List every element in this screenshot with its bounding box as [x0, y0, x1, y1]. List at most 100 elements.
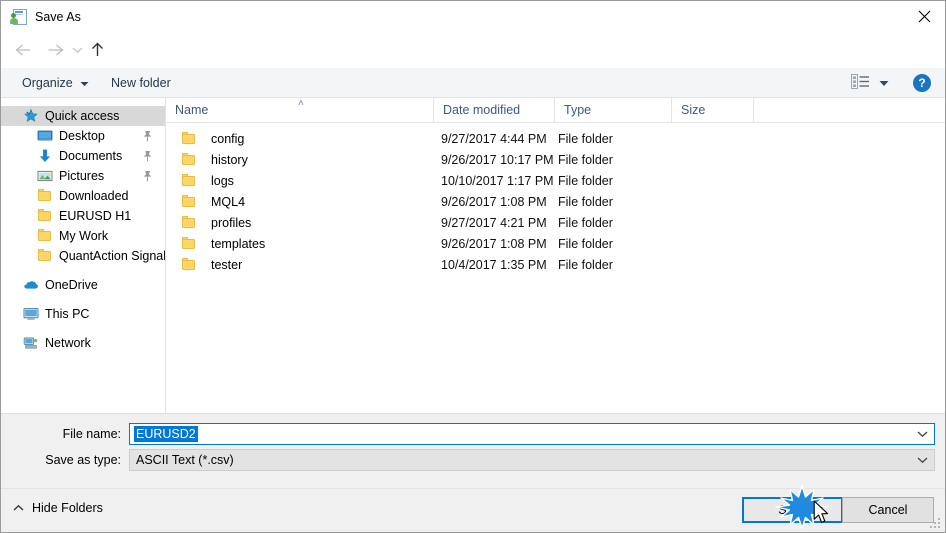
table-row[interactable]: logs 10/10/2017 1:17 PM File folder: [166, 170, 945, 191]
column-header-label: Size: [681, 103, 706, 117]
table-row[interactable]: config 9/27/2017 4:44 PM File folder: [166, 128, 945, 149]
chevron-down-icon[interactable]: [910, 450, 934, 470]
recent-locations-chevron-down-icon[interactable]: [69, 38, 85, 62]
file-name-cell: templates: [181, 236, 265, 252]
table-row[interactable]: history 9/26/2017 10:17 PM File folder: [166, 149, 945, 170]
sidebar-item-label: Network: [45, 336, 91, 350]
file-type-cell: File folder: [558, 257, 613, 272]
back-arrow-icon[interactable]: [11, 38, 35, 62]
view-options-button[interactable]: [851, 72, 889, 94]
file-name-value[interactable]: EURUSD2: [134, 426, 198, 442]
cancel-button[interactable]: Cancel: [842, 497, 934, 523]
column-header-date-modified[interactable]: Date modified: [433, 98, 554, 122]
sidebar-item-documents[interactable]: Documents: [1, 146, 165, 166]
sidebar-item-my-work[interactable]: My Work: [1, 226, 165, 246]
column-header-label: Name: [175, 103, 209, 117]
sidebar-item-label: Pictures: [59, 169, 105, 183]
pin-icon[interactable]: [142, 130, 153, 142]
window-title: Save As: [35, 9, 81, 24]
sidebar-item-desktop[interactable]: Desktop: [1, 126, 165, 146]
sidebar-item-pictures[interactable]: Pictures: [1, 166, 165, 186]
documents-icon: [37, 148, 53, 164]
file-date-cell: 9/27/2017 4:44 PM: [441, 131, 547, 146]
save-as-type-label: Save as type:: [45, 453, 121, 467]
file-type-cell: File folder: [558, 194, 613, 209]
hide-folders-label: Hide Folders: [32, 501, 103, 515]
file-type-cell: File folder: [558, 152, 613, 167]
sidebar-item-quick-access[interactable]: Quick access: [1, 106, 165, 126]
file-name-label: MQL4: [211, 194, 246, 209]
column-header-type[interactable]: Type: [554, 98, 671, 122]
help-icon[interactable]: ?: [913, 74, 931, 92]
hide-folders-button[interactable]: Hide Folders: [13, 501, 103, 515]
view-options-icon: [851, 74, 870, 92]
sidebar-item-downloaded[interactable]: Downloaded: [1, 186, 165, 206]
table-row[interactable]: templates 9/26/2017 1:08 PM File folder: [166, 233, 945, 254]
file-name-label: templates: [211, 236, 266, 251]
new-folder-button[interactable]: New folder: [104, 68, 178, 97]
folder-icon: [181, 152, 197, 168]
file-date-cell: 10/10/2017 1:17 PM: [441, 173, 554, 188]
organize-button[interactable]: Organize: [15, 68, 96, 97]
dialog-footer: Hide Folders Save Cancel: [1, 488, 945, 532]
folder-icon: [37, 228, 53, 244]
chevron-up-icon: [13, 501, 24, 515]
column-header-filler: [753, 98, 945, 122]
folder-icon: [181, 236, 197, 252]
view-caret-down-icon[interactable]: [879, 76, 889, 90]
resize-grip-icon[interactable]: [930, 518, 942, 530]
forward-arrow-icon[interactable]: [43, 38, 67, 62]
file-name-label: logs: [211, 173, 234, 188]
file-name-input[interactable]: EURUSD2: [129, 423, 935, 445]
save-as-type-select[interactable]: ASCII Text (*.csv): [129, 449, 935, 471]
file-name-cell: config: [181, 131, 244, 147]
column-header-size[interactable]: Size: [671, 98, 753, 122]
sidebar-item-label: My Work: [59, 229, 109, 243]
pin-icon[interactable]: [142, 150, 153, 162]
network-icon: [23, 335, 39, 351]
sidebar-item-quantaction-signal[interactable]: QuantAction Signal: [1, 246, 165, 266]
file-date-cell: 9/27/2017 4:21 PM: [441, 215, 547, 230]
save-button[interactable]: Save: [742, 497, 843, 523]
save-as-icon: [10, 8, 27, 25]
sidebar-item-onedrive[interactable]: OneDrive: [1, 275, 165, 295]
chevron-down-icon[interactable]: [910, 424, 934, 444]
close-icon[interactable]: [901, 1, 945, 31]
file-name-cell: history: [181, 152, 248, 168]
save-as-type-value: ASCII Text (*.csv): [136, 453, 234, 467]
file-name-cell: tester: [181, 257, 242, 273]
sidebar-item-eurusd-h1[interactable]: EURUSD H1: [1, 206, 165, 226]
folder-icon: [37, 208, 53, 224]
title-bar: Save As: [1, 1, 945, 32]
file-date-cell: 9/26/2017 10:17 PM: [441, 152, 554, 167]
sidebar-item-this-pc[interactable]: This PC: [1, 304, 165, 324]
file-name-cell: MQL4: [181, 194, 245, 210]
folder-icon: [181, 131, 197, 147]
file-type-cell: File folder: [558, 131, 613, 146]
navigation-bar: « Roaming ❯ MetaQuotes ❯ Terminal ❯ 9155…: [1, 32, 945, 92]
save-form: File name: EURUSD2 Save as type: ASCII T…: [1, 413, 945, 488]
star-icon: [23, 108, 39, 124]
file-date-cell: 9/26/2017 1:08 PM: [441, 236, 547, 251]
folder-icon: [181, 194, 197, 210]
table-row[interactable]: profiles 9/27/2017 4:21 PM File folder: [166, 212, 945, 233]
organize-label: Organize: [22, 75, 73, 90]
file-name-label: history: [211, 152, 248, 167]
sidebar-item-label: This PC: [45, 307, 90, 321]
cancel-button-label: Cancel: [868, 503, 908, 517]
up-arrow-icon[interactable]: [85, 38, 109, 62]
sidebar-item-label: Desktop: [59, 129, 105, 143]
folder-icon: [181, 173, 197, 189]
pin-icon[interactable]: [142, 170, 153, 182]
file-name-label: config: [211, 131, 245, 146]
table-row[interactable]: tester 10/4/2017 1:35 PM File folder: [166, 254, 945, 275]
table-row[interactable]: MQL4 9/26/2017 1:08 PM File folder: [166, 191, 945, 212]
file-type-cell: File folder: [558, 173, 613, 188]
column-header-name[interactable]: Name ˄: [166, 98, 433, 122]
folder-icon: [37, 248, 53, 264]
sidebar-item-label: OneDrive: [45, 278, 98, 292]
sidebar-item-network[interactable]: Network: [1, 333, 165, 353]
